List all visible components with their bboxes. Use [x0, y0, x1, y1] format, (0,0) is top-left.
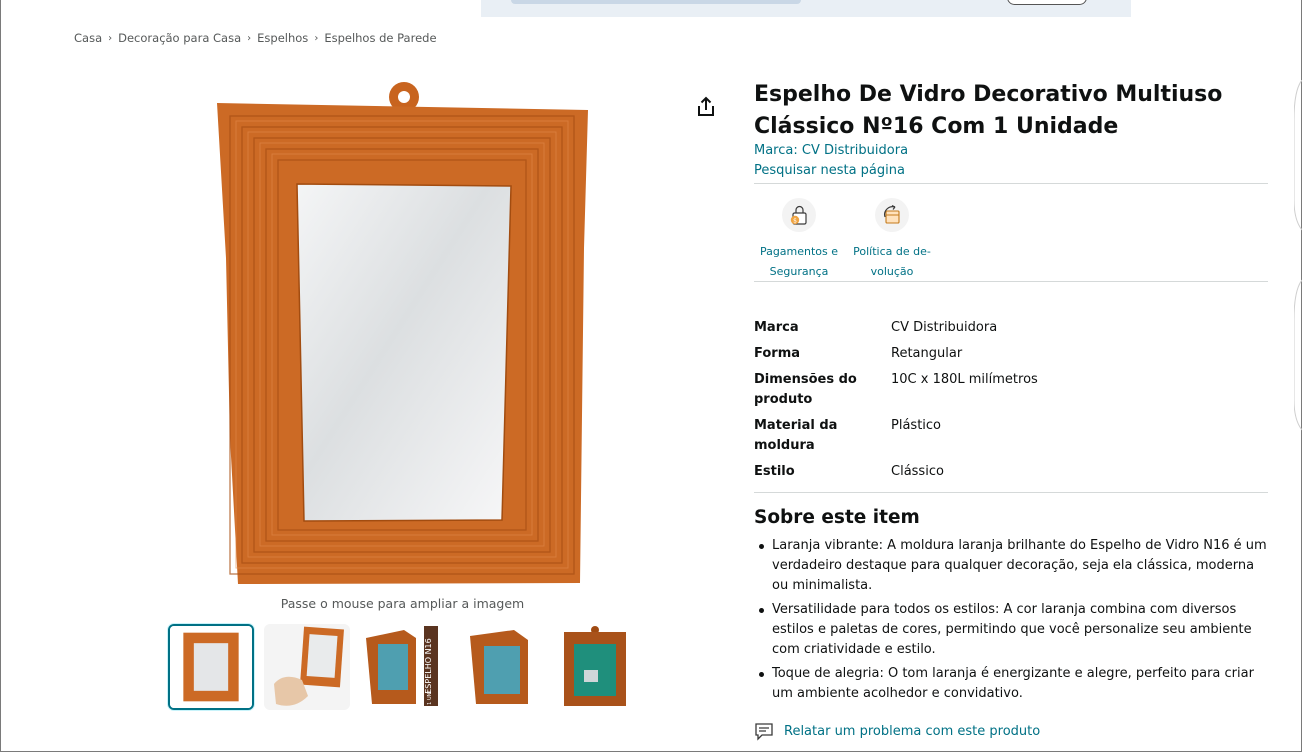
divider: [754, 183, 1268, 184]
about-title: Sobre este item: [754, 507, 920, 528]
thumbnail-3[interactable]: ESPELHO N16 1 UNI: [360, 624, 446, 710]
breadcrumb-separator: ›: [247, 32, 252, 44]
breadcrumb-espelhos[interactable]: Espelhos: [257, 31, 308, 45]
breadcrumb-decoracao[interactable]: Decoração para Casa: [118, 31, 241, 45]
spec-value: Plástico: [891, 418, 942, 433]
report-problem-label: Relatar um problema com este produto: [784, 723, 1041, 739]
spec-key: Dimensões do produto: [754, 372, 857, 407]
payment-security-badge[interactable]: $ Pagamentos e Segurança: [754, 198, 844, 282]
spec-key: Marca: [754, 320, 799, 335]
badge-label: Segurança: [769, 265, 829, 278]
breadcrumb-separator: ›: [314, 32, 319, 44]
about-bullet: Versatilidade para todos os estilos: A c…: [759, 600, 1268, 660]
return-policy-badge[interactable]: Política de de- volução: [847, 198, 937, 282]
report-comment-icon: [755, 723, 773, 741]
spec-row: Forma Retangular: [754, 344, 1268, 364]
report-problem-link[interactable]: Relatar um problema com este produto: [754, 721, 1040, 741]
zoom-hint: Passe o mouse para ampliar a imagem: [280, 596, 525, 611]
breadcrumb-casa[interactable]: Casa: [74, 31, 102, 45]
spec-row: Dimensões do produto 10C x 180L milímetr…: [754, 370, 1268, 410]
thumbnail-4[interactable]: [456, 624, 542, 710]
about-bullet: Toque de alegria: O tom laranja é energi…: [759, 664, 1268, 704]
search-page-link[interactable]: Pesquisar nesta página: [754, 163, 905, 178]
svg-text:$: $: [793, 217, 797, 224]
mirror-image: [217, 82, 588, 584]
product-specs-table: Marca CV Distribuidora Forma Retangular …: [754, 318, 1268, 488]
about-bullets: Laranja vibrante: A moldura laranja bril…: [759, 536, 1268, 708]
right-edge-decoration: [1294, 80, 1302, 431]
main-product-image[interactable]: [200, 78, 605, 590]
thumbnail-1[interactable]: [168, 624, 254, 710]
breadcrumb-separator: ›: [108, 32, 113, 44]
breadcrumb-espelhos-parede[interactable]: Espelhos de Parede: [324, 31, 436, 45]
product-title: Espelho De Vidro Decorativo Multiuso Clá…: [754, 82, 1223, 139]
ad-banner[interactable]: [481, 0, 1131, 17]
spec-row: Marca CV Distribuidora: [754, 318, 1268, 338]
thumbnail-strip: ESPELHO N16 1 UNI: [168, 624, 648, 710]
spec-value: CV Distribuidora: [891, 320, 998, 335]
badge-label: Pagamentos e: [759, 245, 839, 258]
breadcrumb: Casa › Decoração para Casa › Espelhos › …: [74, 31, 437, 45]
badge-label: Política de de-: [853, 245, 931, 258]
spec-value: 10C x 180L milímetros: [891, 372, 1038, 387]
thumbnail-2[interactable]: [264, 624, 350, 710]
about-bullet: Laranja vibrante: A moldura laranja bril…: [759, 536, 1268, 596]
spec-value: Retangular: [891, 346, 963, 361]
thumb-badge-text: ESPELHO N16: [424, 638, 433, 694]
divider: [754, 281, 1268, 282]
thumb-badge-small: 1 UNI: [427, 691, 433, 705]
divider: [754, 492, 1268, 493]
secure-payment-icon: $: [782, 198, 816, 232]
return-box-icon: [875, 198, 909, 232]
brand-link[interactable]: Marca: CV Distribuidora: [754, 143, 908, 158]
spec-value: Clássico: [891, 464, 944, 479]
spec-key: Material da moldura: [754, 418, 838, 453]
spec-key: Estilo: [754, 464, 795, 479]
thumbnail-5[interactable]: [552, 624, 638, 710]
spec-row: Material da moldura Plástico: [754, 416, 1268, 456]
spec-row: Estilo Clássico: [754, 462, 1268, 482]
spec-key: Forma: [754, 346, 801, 361]
badge-label: volução: [870, 265, 914, 278]
share-icon[interactable]: [694, 95, 718, 119]
